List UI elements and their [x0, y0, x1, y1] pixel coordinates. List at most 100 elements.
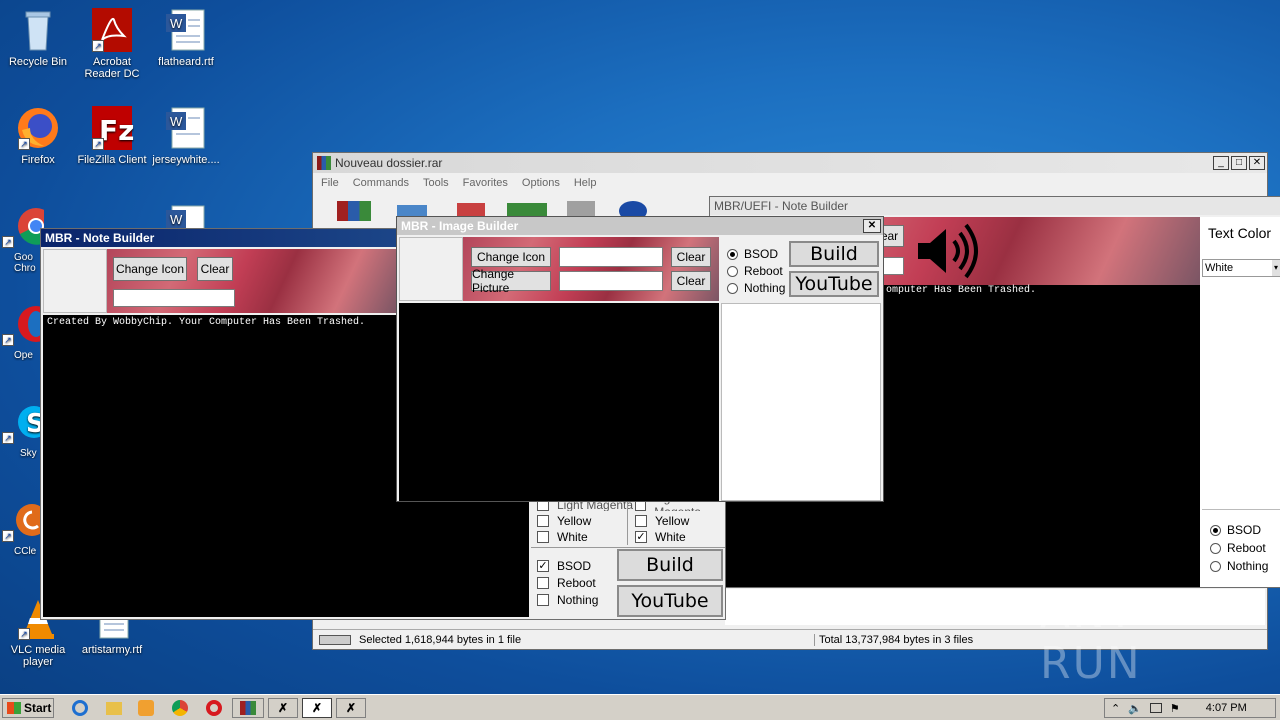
image-clear-icon-button[interactable]: Clear [671, 247, 711, 267]
image-change-icon-button[interactable]: Change Icon [471, 247, 551, 267]
note-title: MBR - Note Builder [45, 231, 155, 245]
image-icon-slot [399, 237, 463, 301]
status-total: Total 13,737,984 bytes in 3 files [819, 633, 974, 646]
windows-logo-icon [7, 702, 21, 714]
image-radio-reboot[interactable]: Reboot [727, 264, 783, 278]
word-document-icon: W [164, 8, 208, 52]
note-change-icon-button[interactable]: Change Icon [113, 257, 187, 281]
opera-taskbar-icon[interactable] [204, 698, 224, 718]
close-icon[interactable]: ✕ [863, 219, 881, 233]
desktop-icon-ccleaner[interactable]: ↗ CCle [0, 498, 44, 557]
firefox-icon: ↗ [16, 106, 60, 150]
note-youtube-button[interactable]: YouTube [617, 585, 723, 617]
recycle-bin-icon [16, 8, 60, 52]
image-radio-bsod[interactable]: BSOD [727, 247, 778, 261]
image-youtube-button[interactable]: YouTube [789, 271, 879, 297]
svg-text:W: W [170, 212, 183, 227]
uefi-radio-nothing[interactable]: Nothing [1210, 559, 1268, 573]
action-reboot[interactable]: Reboot [537, 576, 596, 590]
word-document-icon: W [164, 106, 208, 150]
color-white-left[interactable]: White [537, 530, 588, 544]
check-icon: ✓ [635, 531, 647, 543]
winrar-taskbar-button[interactable] [232, 698, 264, 718]
acrobat-icon: ↗ [90, 8, 134, 52]
text-color-select[interactable]: White ▾ [1202, 259, 1280, 277]
desktop-icon-firefox[interactable]: ↗ Firefox [0, 106, 76, 166]
network-icon[interactable] [1149, 703, 1162, 713]
action-nothing[interactable]: Nothing [537, 593, 598, 607]
image-icon-path-field[interactable] [559, 247, 663, 267]
chrome-icon: ↗ [0, 204, 44, 248]
desktop-icon-skype[interactable]: S ↗ Sky [0, 400, 44, 459]
action-bsod[interactable]: ✓ BSOD [537, 559, 591, 573]
menu-file[interactable]: File [321, 177, 339, 189]
svg-text:W: W [170, 16, 183, 31]
desktop-icon-opera[interactable]: ↗ Ope [0, 302, 44, 361]
radio-dot [727, 265, 738, 277]
uefi-radio-bsod[interactable]: BSOD [1210, 523, 1261, 537]
image-title: MBR - Image Builder [401, 219, 519, 233]
clock[interactable]: 4:07 PM [1206, 702, 1247, 714]
image-builder-taskbar-button[interactable]: ✗ [302, 698, 332, 718]
speaker-icon[interactable] [914, 221, 984, 281]
image-change-picture-button[interactable]: Change Picture [471, 267, 551, 295]
desktop-icon-flatheard[interactable]: W flatheard.rtf [148, 8, 224, 68]
close-button[interactable]: ✕ [1249, 156, 1265, 170]
note-builder-taskbar-button[interactable]: ✗ [268, 698, 298, 718]
image-titlebar[interactable]: MBR - Image Builder ✕ [397, 217, 883, 235]
menu-favorites[interactable]: Favorites [463, 177, 508, 189]
desktop-icon-acrobat[interactable]: ↗ Acrobat Reader DC [74, 8, 150, 80]
anyrun-watermark: ANY RUN [1040, 587, 1240, 689]
system-tray: ⌃ 🔈 ⚑ 4:07 PM [1104, 698, 1276, 718]
note-path-field[interactable] [113, 289, 235, 307]
image-picture-path-field[interactable] [559, 271, 663, 291]
radio-dot [727, 282, 738, 294]
minimize-button[interactable]: _ [1213, 156, 1229, 170]
uefi-titlebar[interactable]: MBR/UEFI - Note Builder [710, 197, 1280, 215]
colors-vertical-divider [627, 499, 628, 545]
desktop-icon-filezilla[interactable]: Fz ↗ FileZilla Client [74, 106, 150, 166]
image-build-button[interactable]: Build [789, 241, 879, 267]
checkbox [537, 531, 549, 543]
image-clear-picture-button[interactable]: Clear [671, 271, 711, 291]
add-toolbar-icon[interactable] [337, 201, 371, 221]
uefi-builder-taskbar-button[interactable]: ✗ [336, 698, 366, 718]
winrar-app-icon [317, 156, 331, 170]
media-player-taskbar-icon[interactable] [136, 698, 156, 718]
action-center-flag-icon[interactable]: ⚑ [1170, 702, 1180, 715]
svg-text:W: W [170, 114, 183, 129]
image-radio-nothing[interactable]: Nothing [727, 281, 785, 295]
color-yellow-left[interactable]: Yellow [537, 514, 591, 528]
chrome-taskbar-icon[interactable] [170, 698, 190, 718]
volume-icon[interactable]: 🔈 [1128, 702, 1142, 715]
tray-expand-icon[interactable]: ⌃ [1111, 702, 1120, 715]
note-icon-slot [43, 249, 107, 313]
image-preview [399, 303, 719, 501]
start-button[interactable]: Start [2, 698, 54, 718]
watermark-text: ANY RUN [1040, 587, 1142, 689]
menu-options[interactable]: Options [522, 177, 560, 189]
color-white-right[interactable]: ✓ White [635, 530, 686, 544]
ie-taskbar-icon[interactable] [70, 698, 90, 718]
uefi-radio-reboot[interactable]: Reboot [1210, 541, 1266, 555]
winrar-titlebar[interactable]: Nouveau dossier.rar _ □ ✕ [313, 153, 1267, 173]
menu-commands[interactable]: Commands [353, 177, 409, 189]
menu-help[interactable]: Help [574, 177, 597, 189]
desktop-icon-label: Firefox [21, 154, 55, 166]
drive-icon [319, 634, 351, 645]
desktop-icon-recycle-bin[interactable]: Recycle Bin [0, 8, 76, 68]
text-color-value: White [1205, 262, 1234, 274]
color-yellow-right[interactable]: Yellow [635, 514, 689, 528]
desktop-icon-jerseywhite[interactable]: W jerseywhite.... [148, 106, 224, 166]
note-build-button[interactable]: Build [617, 549, 723, 581]
ccleaner-icon: ↗ [0, 498, 44, 542]
note-message: Created By WobbyChip. Your Computer Has … [47, 317, 366, 328]
check-icon: ✓ [537, 560, 549, 572]
desktop-icon-chrome[interactable]: ↗ Goo Chro [0, 204, 44, 274]
menu-tools[interactable]: Tools [423, 177, 449, 189]
note-clear-button[interactable]: Clear [197, 257, 233, 281]
explorer-taskbar-icon[interactable] [104, 698, 124, 718]
image-picture-panel [721, 303, 881, 501]
maximize-button[interactable]: □ [1231, 156, 1247, 170]
image-builder-window[interactable]: MBR - Image Builder ✕ Change Icon Clear … [396, 216, 884, 502]
